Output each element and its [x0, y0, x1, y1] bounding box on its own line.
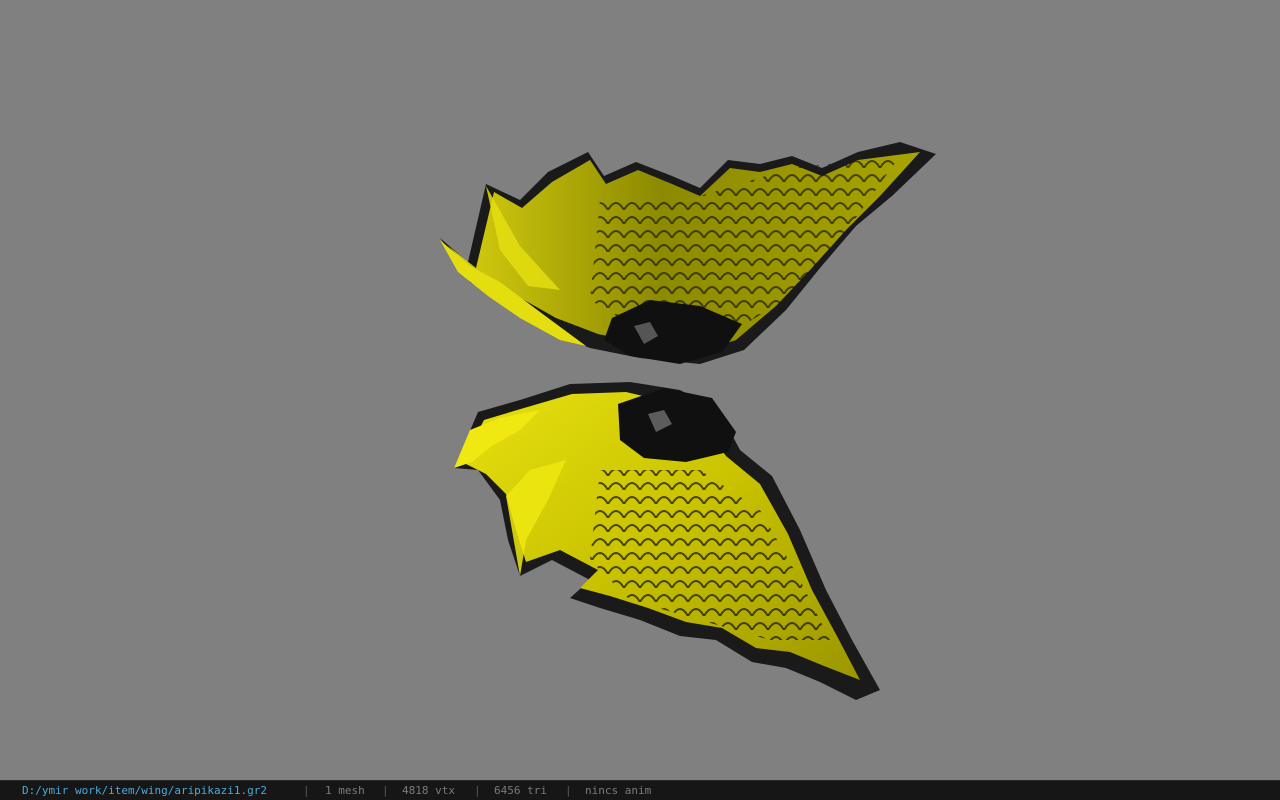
mesh-count: 1 mesh	[325, 784, 365, 797]
lower-wing	[454, 382, 880, 700]
status-separator: |	[565, 784, 572, 797]
animation-status: nincs anim	[585, 784, 652, 797]
status-separator: |	[474, 784, 481, 797]
status-separator: |	[382, 784, 389, 797]
status-separator: |	[303, 784, 310, 797]
file-path: D:/ymir work/item/wing/aripikazi1.gr2	[22, 784, 268, 797]
upper-wing	[440, 142, 936, 364]
triangle-count: 6456 tri	[494, 784, 547, 797]
vertex-count: 4818 vtx	[402, 784, 455, 797]
status-bar: D:/ymir work/item/wing/aripikazi1.gr2 | …	[0, 780, 1280, 800]
wing-model	[440, 142, 936, 700]
3d-viewport[interactable]	[0, 0, 1280, 780]
